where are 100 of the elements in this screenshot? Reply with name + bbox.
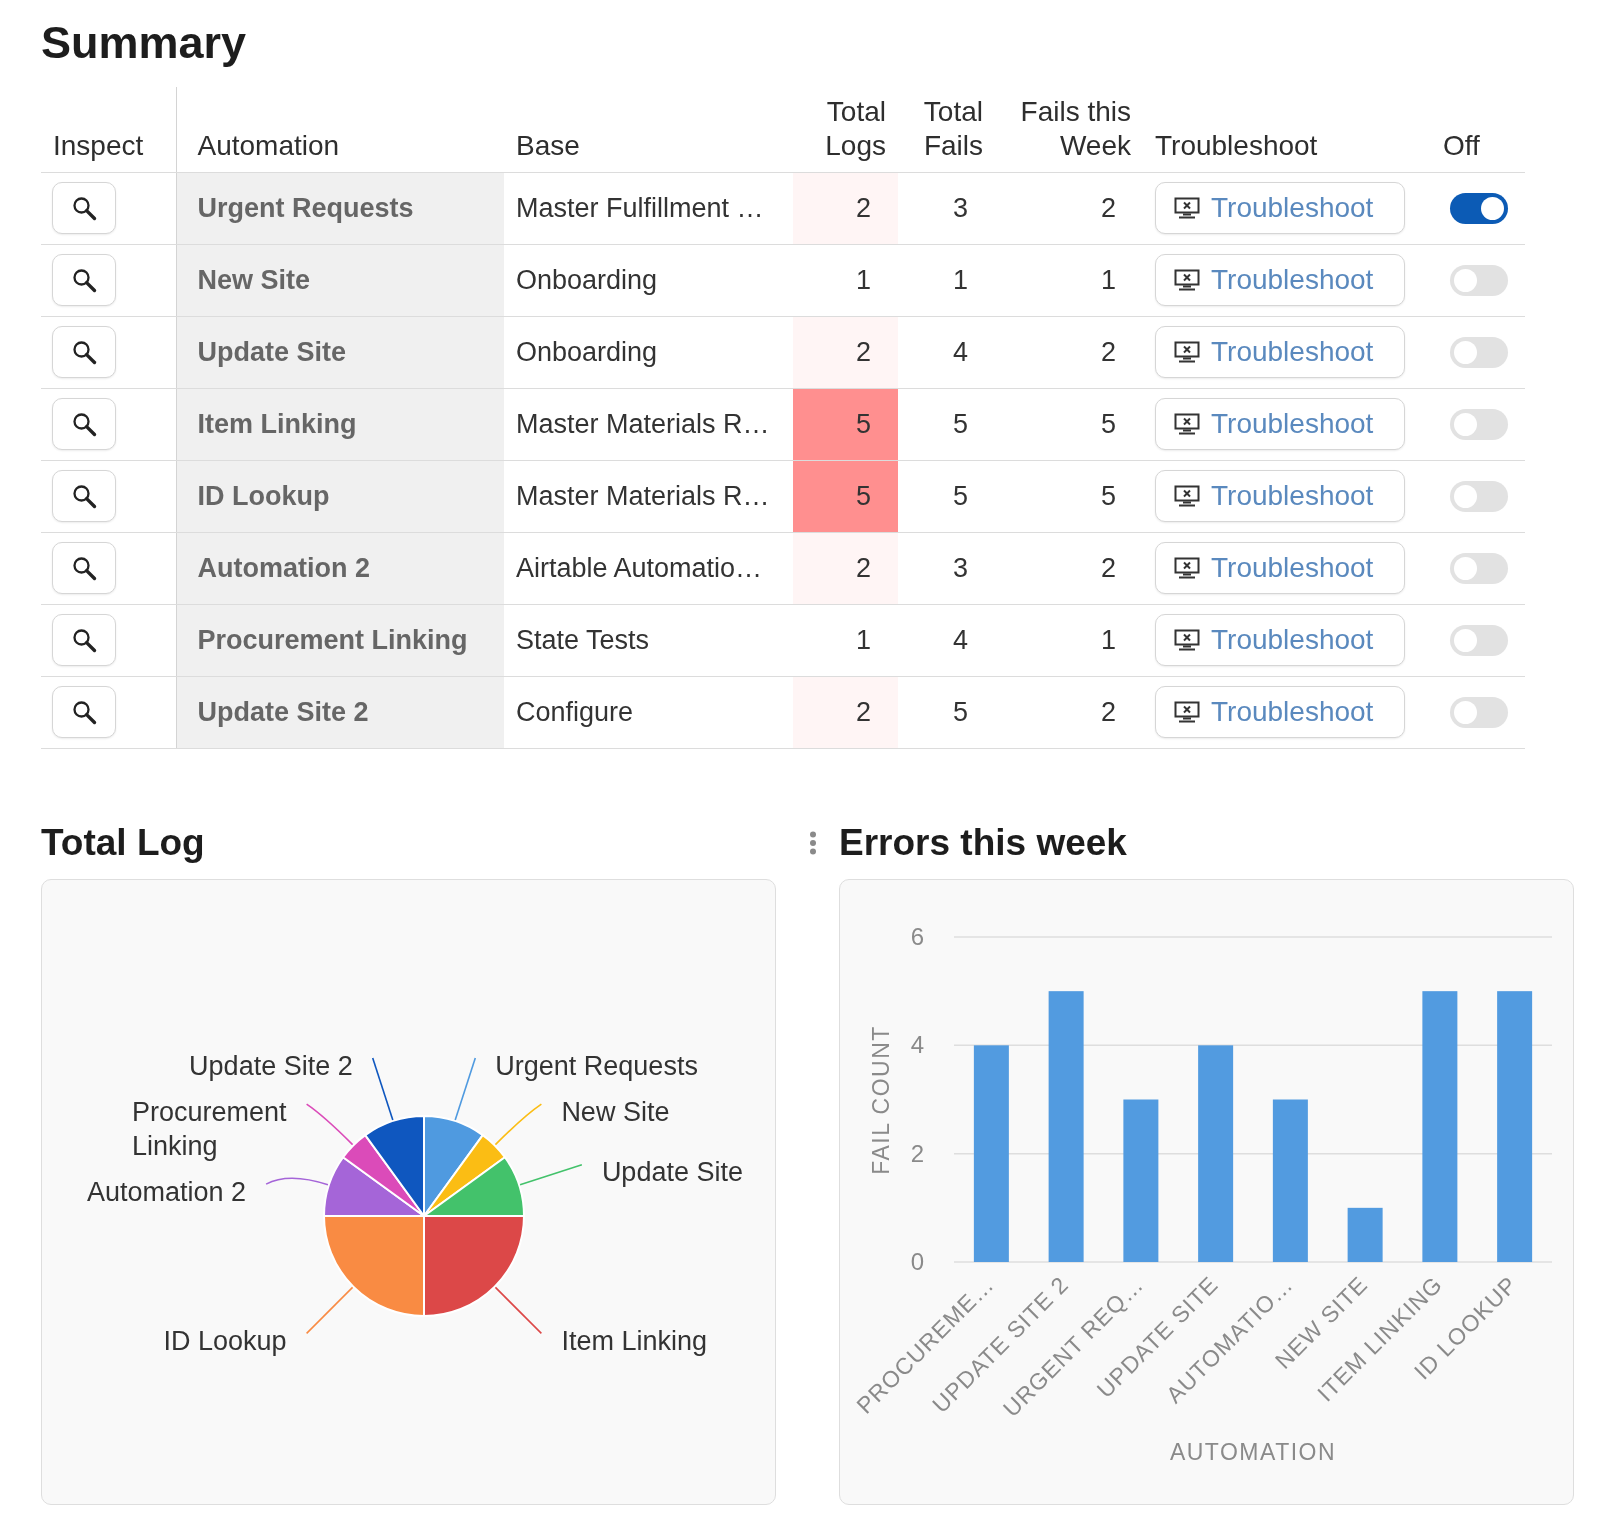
troubleshoot-button[interactable]: Troubleshoot [1155, 398, 1405, 450]
search-icon [71, 267, 97, 293]
monitor-icon [1174, 413, 1200, 435]
section-title: Errors this week [839, 820, 1127, 865]
inspect-button[interactable] [52, 182, 116, 234]
column-header: Automation [176, 87, 504, 172]
table-cell: 2 [793, 316, 898, 388]
monitor-icon [1174, 269, 1200, 291]
search-icon [71, 555, 97, 581]
monitor-icon [1174, 485, 1200, 507]
table-cell: Urgent Requests [176, 172, 504, 244]
leader-line [519, 1163, 583, 1186]
toggle-switch[interactable] [1450, 192, 1508, 224]
leader-line [454, 1056, 477, 1121]
table-cell: 1 [995, 244, 1143, 316]
column-header: Fails this Week [995, 87, 1143, 172]
table-cell: 4 [898, 316, 995, 388]
troubleshoot-button[interactable]: Troubleshoot [1155, 542, 1405, 594]
search-icon [71, 411, 97, 437]
monitor-icon [1174, 701, 1200, 723]
table-cell: 3 [898, 172, 995, 244]
vertical-ellipsis-icon[interactable] [809, 830, 817, 855]
slice-label: Automation 2 [87, 1175, 247, 1209]
monitor-icon [1174, 557, 1200, 579]
inspect-button[interactable] [52, 398, 116, 450]
leader-line [305, 1102, 354, 1145]
slice-label: Update Site 2 [189, 1049, 353, 1083]
inspect-button[interactable] [52, 542, 116, 594]
troubleshoot-button[interactable]: Troubleshoot [1155, 614, 1405, 666]
table-cell: 1 [793, 244, 898, 316]
column-header: Off [1429, 87, 1525, 172]
column-header: Base [504, 87, 793, 172]
column-header: Total Fails [898, 87, 995, 172]
monitor-icon [1174, 629, 1200, 651]
monitor-icon [1174, 341, 1200, 363]
table-cell: ID Lookup [176, 460, 504, 532]
table-cell: Procurement Linking [176, 604, 504, 676]
inspect-button[interactable] [52, 686, 116, 738]
table-cell: Item Linking [176, 388, 504, 460]
search-icon [71, 627, 97, 653]
slice-label: Procurement Linking [132, 1095, 287, 1163]
table-cell: Automation 2 [176, 532, 504, 604]
table-cell: Update Site [176, 316, 504, 388]
axis-title: FAIL COUNT [868, 1024, 894, 1175]
toggle-switch[interactable] [1450, 336, 1508, 368]
table-cell: 1 [793, 604, 898, 676]
table-cell: 2 [995, 172, 1143, 244]
table-cell: 2 [995, 316, 1143, 388]
toggle-switch[interactable] [1450, 624, 1508, 656]
table-cell: 5 [995, 388, 1143, 460]
slice-label: Update Site [601, 1156, 743, 1190]
toggle-switch[interactable] [1450, 408, 1508, 440]
slice-label: New Site [561, 1095, 670, 1129]
tick-label: 6 [910, 922, 924, 950]
table-cell: 4 [898, 604, 995, 676]
troubleshoot-button[interactable]: Troubleshoot [1155, 470, 1405, 522]
inspect-button[interactable] [52, 254, 116, 306]
leader-line [265, 1177, 329, 1186]
troubleshoot-button[interactable]: Troubleshoot [1155, 254, 1405, 306]
toggle-switch[interactable] [1450, 552, 1508, 584]
leader-line [494, 1286, 543, 1334]
column-header: Troubleshoot [1143, 87, 1429, 172]
search-icon [71, 195, 97, 221]
table-cell: 2 [793, 676, 898, 748]
table-cell: 5 [793, 388, 898, 460]
table-cell: 5 [995, 460, 1143, 532]
table-cell: 5 [793, 460, 898, 532]
leader-line [305, 1286, 354, 1334]
troubleshoot-button[interactable]: Troubleshoot [1155, 326, 1405, 378]
inspect-button[interactable] [52, 614, 116, 666]
leader-line [371, 1056, 394, 1121]
slice-label: Item Linking [561, 1324, 707, 1358]
table-cell: 5 [898, 676, 995, 748]
column-header: Total Logs [793, 87, 898, 172]
table-cell: New Site [176, 244, 504, 316]
tick-label: 0 [910, 1247, 924, 1275]
inspect-button[interactable] [52, 326, 116, 378]
table-cell: 1 [898, 244, 995, 316]
table-cell: 3 [898, 532, 995, 604]
search-icon [71, 699, 97, 725]
leader-line [494, 1102, 543, 1145]
table-cell: 2 [793, 172, 898, 244]
toggle-switch[interactable] [1450, 696, 1508, 728]
table-cell: 2 [995, 532, 1143, 604]
toggle-switch[interactable] [1450, 480, 1508, 512]
tick-label: 2 [910, 1139, 924, 1167]
table-cell: 5 [898, 388, 995, 460]
inspect-button[interactable] [52, 470, 116, 522]
page-title: Summary [41, 16, 248, 70]
axis-title: AUTOMATION [1169, 1438, 1337, 1465]
table-cell: 1 [995, 604, 1143, 676]
table-cell: 2 [995, 676, 1143, 748]
section-title: Total Log [41, 820, 205, 865]
troubleshoot-button[interactable]: Troubleshoot [1155, 182, 1405, 234]
table-cell: Update Site 2 [176, 676, 504, 748]
monitor-icon [1174, 197, 1200, 219]
toggle-switch[interactable] [1450, 264, 1508, 296]
troubleshoot-button[interactable]: Troubleshoot [1155, 686, 1405, 738]
tick-label: 4 [910, 1030, 924, 1058]
column-header: Inspect [41, 87, 176, 172]
